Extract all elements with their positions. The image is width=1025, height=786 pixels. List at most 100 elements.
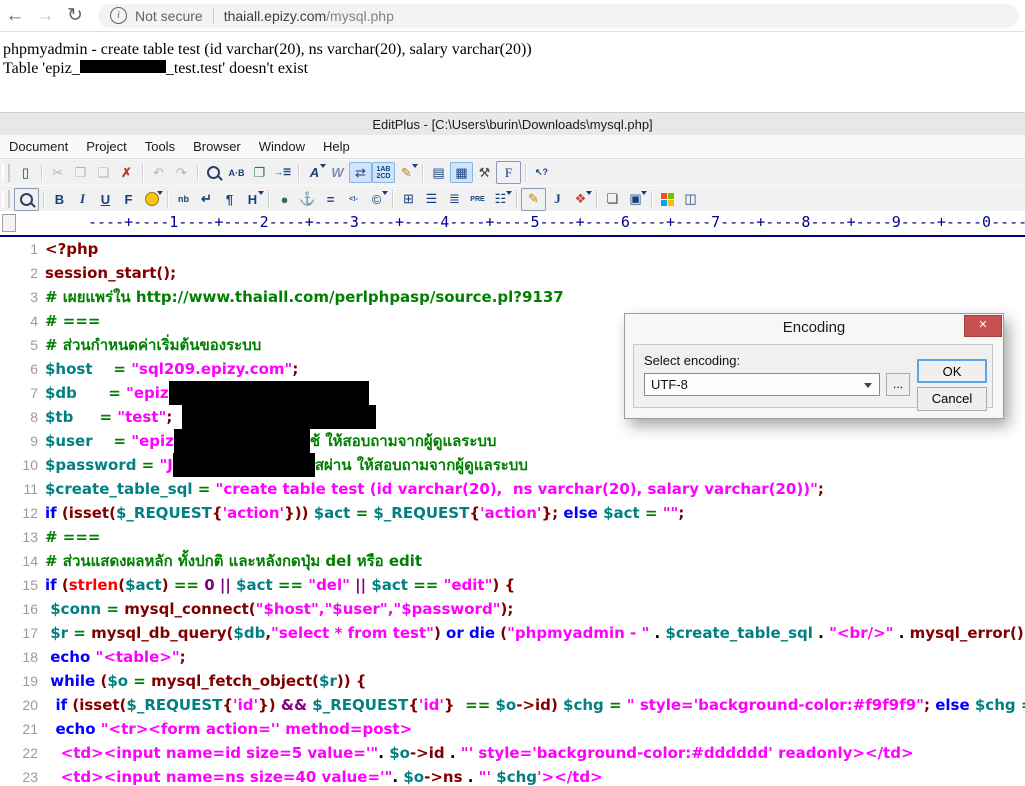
code-line: 1 <?php [0, 237, 1025, 261]
line-number: 2 [30, 265, 38, 281]
paste-icon[interactable]: ❑ [92, 162, 115, 183]
menu-tools[interactable]: Tools [136, 139, 184, 154]
pre-icon[interactable]: PRE [466, 189, 489, 210]
close-icon[interactable]: ✕ [964, 315, 1002, 337]
javascript-icon[interactable]: J [546, 189, 569, 210]
line-number: 7 [30, 385, 38, 401]
code-line: 21 echo "<tr><form action='' method=post… [0, 717, 1025, 741]
menu-help[interactable]: Help [314, 139, 359, 154]
code-text: $r = mysql_db_query($db,"select * from t… [50, 624, 1025, 642]
script-icon[interactable]: ✎ [521, 187, 546, 211]
time-icon[interactable] [140, 189, 163, 210]
bold-icon[interactable]: B [48, 189, 71, 210]
url-bar[interactable]: i Not secure thaiall.epizy.com /mysql.ph… [98, 3, 1019, 28]
browse-button[interactable]: ... [886, 373, 910, 396]
wrap-toggle-icon[interactable]: ⇄ [349, 162, 372, 183]
redo-icon[interactable]: ↷ [170, 162, 193, 183]
window-title: EditPlus - [C:\Users\burin\Downloads\mys… [372, 117, 653, 132]
windows-logo-icon[interactable] [656, 189, 679, 210]
replace-icon[interactable]: A·B [225, 162, 248, 183]
window-list-icon[interactable]: ▣ [624, 189, 647, 210]
find-icon[interactable] [202, 162, 225, 183]
align-right-icon[interactable]: ≣ [443, 189, 466, 210]
browser-preview-icon[interactable] [14, 187, 39, 211]
underline-icon[interactable]: U [94, 189, 117, 210]
forward-button[interactable]: → [30, 5, 60, 27]
not-secure-label: Not secure [135, 7, 203, 24]
context-help-icon[interactable]: ↖? [530, 162, 553, 183]
code-line: 14 # ส่วนแสดงผลหลัก ทั้งปกติ และหลังกดปุ่… [0, 549, 1025, 573]
cancel-button[interactable]: Cancel [917, 387, 987, 411]
hr-icon[interactable]: = [319, 189, 342, 210]
auto-indent-icon[interactable]: 1AB 2CD [372, 162, 395, 183]
ok-button[interactable]: OK [917, 359, 987, 383]
code-line: 2 session_start(); [0, 261, 1025, 285]
image-icon[interactable]: ● [273, 189, 296, 210]
reload-button[interactable]: ↻ [60, 4, 90, 27]
code-line: 12 if (isset($_REQUEST{'action'})) $act =… [0, 501, 1025, 525]
goto-line-icon[interactable]: →☰ [271, 162, 294, 183]
encoding-combobox[interactable]: UTF-8 [644, 373, 880, 396]
user-tools-icon[interactable]: ⚒ [473, 162, 496, 183]
stamp-icon[interactable]: ✎ [395, 162, 418, 183]
code-line: 18 echo "<table>"; [0, 645, 1025, 669]
heading-icon[interactable]: H [241, 189, 264, 210]
cut-icon[interactable]: ✂ [46, 162, 69, 183]
line-number: 5 [30, 337, 38, 353]
font-icon[interactable]: A [303, 162, 326, 183]
new-document-icon[interactable]: ▯ [14, 162, 37, 183]
code-text: echo "<table>"; [50, 648, 186, 666]
select-encoding-label: Select encoding: [644, 353, 741, 368]
code-line: 23 <td><input name=ns size=40 value='". … [0, 765, 1025, 786]
menu-bar: Document Project Tools Browser Window Help [0, 135, 1025, 159]
code-text: if (isset($_REQUEST{'action'})) $act = $… [45, 504, 685, 522]
list-icon[interactable]: ☷ [489, 189, 512, 210]
line-number: 12 [22, 505, 38, 521]
dialog-panel: Select encoding: UTF-8 ... OK Cancel [633, 344, 993, 411]
font-tag-icon[interactable]: F [117, 189, 140, 210]
line-number: 4 [30, 313, 38, 329]
objects-icon[interactable]: ❖ [569, 189, 592, 210]
word-wrap-icon[interactable]: W [326, 162, 349, 183]
split-window-icon[interactable]: ◫ [679, 189, 702, 210]
menu-project[interactable]: Project [77, 139, 135, 154]
code-text: $tb = "test"; [45, 405, 377, 429]
toolbar-separator [596, 190, 597, 208]
align-center-icon[interactable]: ☰ [420, 189, 443, 210]
line-number: 15 [22, 577, 38, 593]
back-button[interactable]: ← [0, 5, 30, 27]
code-line: 13 # === [0, 525, 1025, 549]
folder-icon[interactable]: ❏ [601, 189, 624, 210]
nbsp-icon[interactable]: nb [172, 189, 195, 210]
menu-window[interactable]: Window [250, 139, 314, 154]
copy-icon[interactable]: ❐ [69, 162, 92, 183]
menu-document[interactable]: Document [0, 139, 77, 154]
editplus-titlebar[interactable]: EditPlus - [C:\Users\burin\Downloads\mys… [0, 112, 1025, 136]
anchor-icon[interactable]: ⚓ [296, 189, 319, 210]
dialog-title: Encoding [782, 319, 846, 336]
undo-icon[interactable]: ↶ [147, 162, 170, 183]
menu-browser[interactable]: Browser [184, 139, 250, 154]
table-icon[interactable]: ⊞ [397, 189, 420, 210]
line-number: 21 [22, 721, 38, 737]
url-path: /mysql.php [326, 7, 394, 24]
document-list-icon[interactable]: ▤ [427, 162, 450, 183]
url-domain: thaiall.epizy.com [223, 7, 327, 24]
code-line: 11 $create_table_sql = "create table test… [0, 477, 1025, 501]
delete-icon[interactable]: ✗ [115, 162, 138, 183]
side-panel-icon[interactable]: ▦ [450, 162, 473, 183]
toolbar-standard: ▯ ✂ ❐ ❑ ✗ ↶ ↷ A·B ❐ →☰ A W ⇄ 1AB 2CD ✎ ▤ ▦ ⚒ F ↖? [0, 159, 1025, 186]
special-char-icon[interactable]: © [365, 189, 388, 210]
info-icon[interactable]: i [110, 7, 127, 24]
comment-icon[interactable]: <!- [342, 189, 365, 210]
italic-icon[interactable]: I [71, 189, 94, 210]
line-break-icon[interactable]: ↵ [195, 189, 218, 210]
code-text: # ส่วนแสดงผลหลัก ทั้งปกติ และหลังกดปุ่ม … [45, 552, 423, 570]
find-in-files-icon[interactable]: ❐ [248, 162, 271, 183]
paragraph-icon[interactable]: ¶ [218, 189, 241, 210]
code-text: $password = "J สผ่าน ให้สอบถามจากผู้ดูแลร… [45, 453, 528, 477]
function-list-icon[interactable]: F [496, 161, 521, 184]
code-text: <td><input name=ns size=40 value='". $o-… [45, 768, 603, 786]
code-line: 15 if (strlen($act) == 0 || $act == "del"… [0, 573, 1025, 597]
